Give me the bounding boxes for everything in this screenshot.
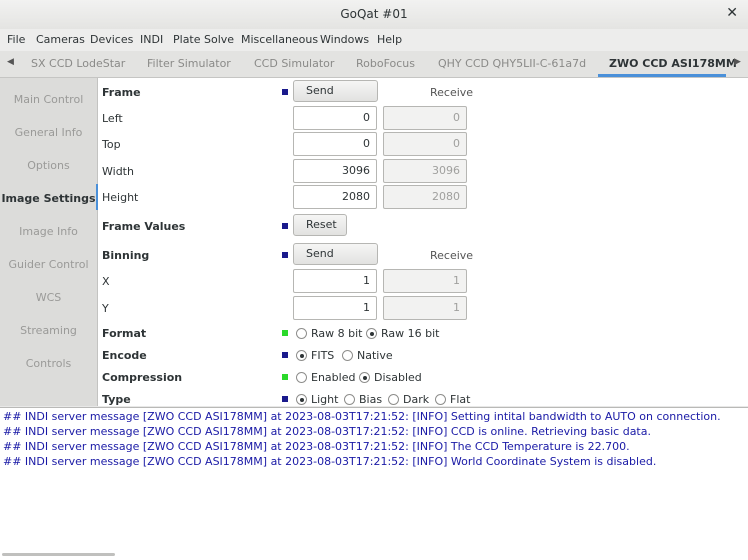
menu-windows[interactable]: Windows [320, 33, 369, 46]
menu-plate-solve[interactable]: Plate Solve [173, 33, 234, 46]
encode-fits-label[interactable]: FITS [311, 349, 334, 362]
frame-values-reset-button[interactable]: Reset [293, 214, 347, 236]
tab-scroll-left-icon[interactable]: ◀ [7, 57, 14, 67]
device-tab-bar: ◀ SX CCD LodeStar Filter Simulator CCD S… [0, 51, 748, 78]
menu-file[interactable]: File [7, 33, 25, 46]
frame-width-current: 3096 [383, 159, 467, 183]
compression-disabled-radio[interactable] [359, 372, 370, 383]
encode-fits-radio[interactable] [296, 350, 307, 361]
menu-bar: File Cameras Devices INDI Plate Solve Mi… [0, 29, 748, 52]
tab-filter-simulator[interactable]: Filter Simulator [147, 57, 231, 70]
sidebar-item-image-info[interactable]: Image Info [0, 225, 97, 238]
menu-indi[interactable]: INDI [140, 33, 163, 46]
log-line: ## INDI server message [ZWO CCD ASI178MM… [3, 455, 657, 468]
tab-robofocus[interactable]: RoboFocus [356, 57, 415, 70]
log-line: ## INDI server message [ZWO CCD ASI178MM… [3, 440, 630, 453]
type-bias-radio[interactable] [344, 394, 355, 405]
sidebar-item-options[interactable]: Options [0, 159, 97, 172]
log-horizontal-scrollbar[interactable] [2, 553, 115, 556]
type-light-label[interactable]: Light [311, 393, 338, 406]
close-icon[interactable]: ✕ [726, 5, 738, 21]
tab-zwo-ccd-asi178mm[interactable]: ZWO CCD ASI178MM [609, 57, 737, 70]
frame-left-current: 0 [383, 106, 467, 130]
frame-left-input[interactable]: 0 [293, 106, 377, 130]
type-dark-label[interactable]: Dark [403, 393, 429, 406]
tab-sx-ccd-lodestar[interactable]: SX CCD LodeStar [31, 57, 125, 70]
menu-miscellaneous[interactable]: Miscellaneous [241, 33, 318, 46]
tab-qhy-ccd[interactable]: QHY CCD QHY5LII-C-61a7d [438, 57, 586, 70]
sidebar-item-main-control[interactable]: Main Control [0, 93, 97, 106]
log-line: ## INDI server message [ZWO CCD ASI178MM… [3, 410, 721, 423]
frame-send-button[interactable]: Send [293, 80, 378, 102]
binning-x-label: X [102, 275, 110, 288]
frame-label: Frame [102, 86, 141, 99]
property-panel: Frame Send Receive Left 0 0 Top 0 0 Widt… [98, 78, 748, 406]
frame-top-current: 0 [383, 132, 467, 156]
type-light-radio[interactable] [296, 394, 307, 405]
frame-values-state-led [282, 223, 288, 229]
type-flat-radio[interactable] [435, 394, 446, 405]
window-title: GoQat #01 [340, 7, 408, 21]
type-state-led [282, 396, 288, 402]
format-label: Format [102, 327, 147, 340]
format-raw8-label[interactable]: Raw 8 bit [311, 327, 362, 340]
frame-state-led [282, 89, 288, 95]
sidebar-item-general-info[interactable]: General Info [0, 126, 97, 139]
binning-label: Binning [102, 249, 150, 262]
binning-state-led [282, 252, 288, 258]
compression-enabled-label[interactable]: Enabled [311, 371, 355, 384]
tab-scroll-right-icon[interactable]: ▶ [734, 57, 741, 67]
format-raw16-label[interactable]: Raw 16 bit [381, 327, 439, 340]
sidebar-item-controls[interactable]: Controls [0, 357, 97, 370]
frame-values-label: Frame Values [102, 220, 186, 233]
type-dark-radio[interactable] [388, 394, 399, 405]
compression-enabled-radio[interactable] [296, 372, 307, 383]
frame-top-input[interactable]: 0 [293, 132, 377, 156]
active-tab-indicator [598, 74, 726, 77]
format-raw16-radio[interactable] [366, 328, 377, 339]
sidebar-item-wcs[interactable]: WCS [0, 291, 97, 304]
binning-y-label: Y [102, 302, 109, 315]
menu-cameras[interactable]: Cameras [36, 33, 85, 46]
tab-ccd-simulator[interactable]: CCD Simulator [254, 57, 334, 70]
encode-state-led [282, 352, 288, 358]
frame-height-current: 2080 [383, 185, 467, 209]
sidebar-item-image-settings[interactable]: Image Settings [0, 192, 97, 205]
log-line: ## INDI server message [ZWO CCD ASI178MM… [3, 425, 651, 438]
type-flat-label[interactable]: Flat [450, 393, 470, 406]
frame-left-label: Left [102, 112, 123, 125]
frame-height-label: Height [102, 191, 139, 204]
binning-x-current: 1 [383, 269, 467, 293]
sidebar-item-streaming[interactable]: Streaming [0, 324, 97, 337]
binning-x-input[interactable]: 1 [293, 269, 377, 293]
compression-label: Compression [102, 371, 183, 384]
binning-send-button[interactable]: Send [293, 243, 378, 265]
type-bias-label[interactable]: Bias [359, 393, 382, 406]
property-group-sidebar: Main Control General Info Options Image … [0, 78, 98, 406]
frame-top-label: Top [102, 138, 121, 151]
encode-native-radio[interactable] [342, 350, 353, 361]
frame-width-input[interactable]: 3096 [293, 159, 377, 183]
format-state-led [282, 330, 288, 336]
message-log[interactable]: ## INDI server message [ZWO CCD ASI178MM… [0, 407, 748, 560]
title-bar: GoQat #01 ✕ [0, 0, 748, 30]
binning-y-current: 1 [383, 296, 467, 320]
format-raw8-radio[interactable] [296, 328, 307, 339]
encode-native-label[interactable]: Native [357, 349, 393, 362]
type-label: Type [102, 393, 131, 406]
menu-devices[interactable]: Devices [90, 33, 133, 46]
frame-height-input[interactable]: 2080 [293, 185, 377, 209]
compression-disabled-label[interactable]: Disabled [374, 371, 422, 384]
menu-help[interactable]: Help [377, 33, 402, 46]
frame-receive-label: Receive [430, 86, 474, 99]
binning-y-input[interactable]: 1 [293, 296, 377, 320]
compression-state-led [282, 374, 288, 380]
sidebar-item-guider-control[interactable]: Guider Control [0, 258, 97, 271]
encode-label: Encode [102, 349, 147, 362]
binning-receive-label: Receive [430, 249, 474, 262]
frame-width-label: Width [102, 165, 134, 178]
